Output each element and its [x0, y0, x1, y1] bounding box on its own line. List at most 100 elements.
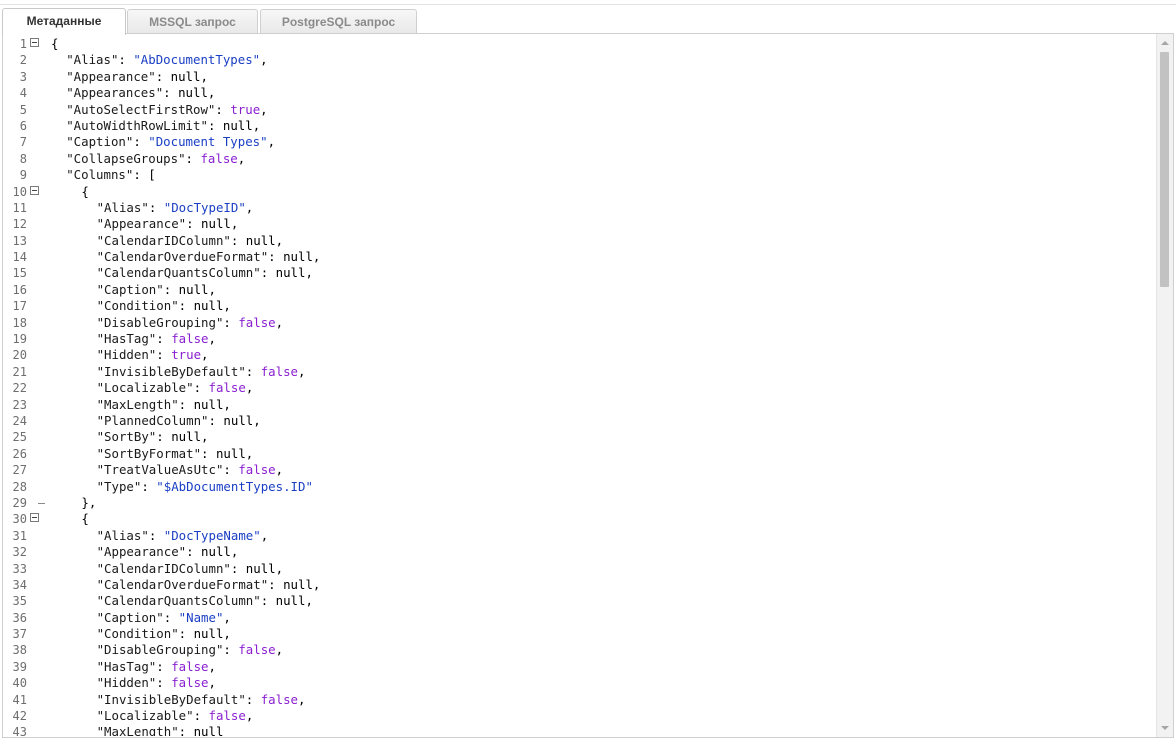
code-line[interactable]: 27 "TreatValueAsUtc": false,: [3, 462, 1155, 478]
code-line[interactable]: 19 "HasTag": false,: [3, 331, 1155, 347]
line-number: 1: [19, 37, 27, 51]
code-area[interactable]: 1{2 "Alias": "AbDocumentTypes", 3 "Appearan…: [3, 36, 1155, 736]
fold-toggle-icon[interactable]: [30, 185, 39, 195]
tab-mssql-query[interactable]: MSSQL запрос: [127, 9, 258, 33]
key-token: "AutoWidthRowLimit": [66, 117, 208, 133]
code-line[interactable]: 24 "PlannedColumn": null,: [3, 413, 1155, 429]
punctuation-token: : null,: [260, 593, 313, 609]
punctuation-token: : null,: [186, 216, 239, 232]
key-token: "HasTag": [96, 658, 157, 674]
punctuation-token: ,: [208, 675, 216, 691]
key-token: "Condition": [96, 626, 179, 642]
code-line[interactable]: 15 "CalendarQuantsColumn": null,: [3, 265, 1155, 281]
line-number: 13: [12, 233, 27, 248]
code-line[interactable]: 43 "MaxLength": null: [3, 724, 1155, 736]
keyword-token: false: [208, 380, 246, 396]
line-number: 7: [19, 135, 27, 150]
code-line[interactable]: 1{: [3, 36, 1155, 52]
keyword-token: false: [238, 314, 276, 330]
punctuation-token: : null,: [230, 560, 284, 576]
keyword-token: false: [238, 642, 276, 658]
key-token: "CalendarOverdueFormat": [96, 249, 269, 265]
code-line[interactable]: 25 "SortBy": null,: [3, 429, 1155, 445]
keyword-token: false: [171, 658, 209, 674]
code-line[interactable]: 10 {: [3, 184, 1155, 200]
code-line[interactable]: 17 "Condition": null,: [3, 298, 1155, 314]
code-line[interactable]: 40 "Hidden": false,: [3, 675, 1155, 691]
punctuation-token: :: [118, 52, 134, 68]
punctuation-token: ,: [298, 363, 306, 379]
code-line[interactable]: 32 "Appearance": null,: [3, 544, 1155, 560]
code-line[interactable]: 28 "Type": "$AbDocumentTypes.ID": [3, 479, 1155, 495]
key-token: "TreatValueAsUtc": [96, 462, 224, 478]
line-number: 33: [12, 561, 27, 576]
punctuation-token: ,: [275, 314, 284, 330]
scrollbar-thumb[interactable]: [1160, 52, 1169, 287]
code-line[interactable]: 37 "Condition": null,: [3, 626, 1155, 642]
code-line[interactable]: 9 "Columns": [: [3, 167, 1155, 183]
code-text: "InvisibleByDefault": false,: [97, 692, 306, 708]
code-text: "CollapseGroups": false,: [66, 151, 245, 167]
punctuation-token: : null,: [163, 281, 216, 297]
code-line[interactable]: 36 "Caption": "Name",: [3, 610, 1155, 626]
code-line[interactable]: 26 "SortByFormat": null,: [3, 446, 1155, 462]
code-line[interactable]: 8 "CollapseGroups": false,: [3, 151, 1155, 167]
code-text: "SortBy": null,: [97, 429, 209, 445]
code-text: "Caption": null,: [97, 282, 216, 298]
scroll-down-arrow-icon[interactable]: [1161, 726, 1169, 730]
punctuation-token: ,: [245, 708, 254, 724]
code-line[interactable]: 30 {: [3, 511, 1155, 527]
code-line[interactable]: 34 "CalendarOverdueFormat": null,: [3, 577, 1155, 593]
code-line[interactable]: 7 "Caption": "Document Types",: [3, 134, 1155, 150]
code-line[interactable]: 23 "MaxLength": null,: [3, 397, 1155, 413]
code-line[interactable]: 39 "HasTag": false,: [3, 659, 1155, 675]
punctuation-token: {: [81, 183, 89, 199]
code-line[interactable]: 4 "Appearances": null,: [3, 85, 1155, 101]
fold-toggle-icon[interactable]: [30, 38, 39, 47]
vertical-scrollbar[interactable]: [1156, 34, 1173, 737]
string-token: "AbDocumentTypes": [133, 52, 261, 68]
code-line[interactable]: 33 "CalendarIDColumn": null,: [3, 561, 1155, 577]
code-line[interactable]: 21 "InvisibleByDefault": false,: [3, 364, 1155, 380]
key-token: "CalendarQuantsColumn": [96, 265, 261, 281]
punctuation-token: ,: [237, 150, 246, 166]
punctuation-token: :: [148, 199, 164, 215]
code-line[interactable]: 29},: [3, 495, 1155, 511]
code-line[interactable]: 3 "Appearance": null,: [3, 69, 1155, 85]
line-number: 4: [19, 86, 27, 101]
keyword-token: false: [260, 691, 299, 707]
code-line[interactable]: 22 "Localizable": false,: [3, 380, 1155, 396]
punctuation-token: },: [81, 494, 97, 510]
string-token: "Name": [178, 609, 224, 625]
code-text: "Appearances": null,: [66, 85, 215, 101]
fold-toggle-icon[interactable]: [30, 513, 39, 523]
code-line[interactable]: 20 "Hidden": true,: [3, 347, 1155, 363]
code-line[interactable]: 12 "Appearance": null,: [3, 216, 1155, 232]
code-line[interactable]: 35 "CalendarQuantsColumn": null,: [3, 593, 1155, 609]
scroll-up-arrow-icon[interactable]: [1161, 41, 1169, 45]
code-line[interactable]: 14 "CalendarOverdueFormat": null,: [3, 249, 1155, 265]
code-editor[interactable]: 1{2 "Alias": "AbDocumentTypes", 3 "Appearan…: [2, 33, 1174, 738]
tab-postgresql-query[interactable]: PostgreSQL запрос: [260, 9, 417, 33]
code-text: "Condition": null,: [97, 626, 231, 642]
code-line[interactable]: 13 "CalendarIDColumn": null,: [3, 233, 1155, 249]
fold-end-marker: [38, 502, 45, 504]
code-line[interactable]: 41 "InvisibleByDefault": false,: [3, 692, 1155, 708]
keyword-token: false: [260, 363, 299, 379]
code-line[interactable]: 18 "DisableGrouping": false,: [3, 315, 1155, 331]
code-line[interactable]: 2 "Alias": "AbDocumentTypes",: [3, 52, 1155, 68]
code-line[interactable]: 38 "DisableGrouping": false,: [3, 642, 1155, 658]
key-token: "Caption": [66, 134, 134, 150]
punctuation-token: : null,: [260, 265, 313, 281]
punctuation-token: {: [51, 36, 59, 51]
punctuation-token: :: [193, 380, 209, 396]
code-text: "CalendarQuantsColumn": null,: [97, 265, 313, 281]
code-line[interactable]: 16 "Caption": null,: [3, 282, 1155, 298]
code-line[interactable]: 6 "AutoWidthRowLimit": null,: [3, 118, 1155, 134]
line-number: 42: [12, 709, 27, 724]
code-line[interactable]: 31 "Alias": "DocTypeName",: [3, 528, 1155, 544]
code-line[interactable]: 5 "AutoSelectFirstRow": true,: [3, 102, 1155, 118]
tab-metadata[interactable]: Метаданные: [2, 8, 126, 35]
code-line[interactable]: 11 "Alias": "DocTypeID",: [3, 200, 1155, 216]
code-line[interactable]: 42 "Localizable": false,: [3, 708, 1155, 724]
